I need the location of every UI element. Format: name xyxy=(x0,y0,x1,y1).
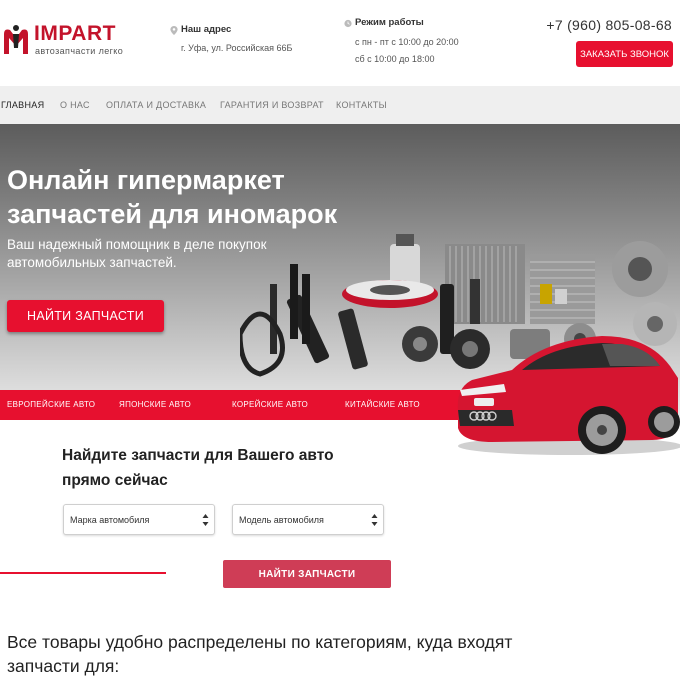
search-title: Найдите запчасти для Вашего авто прямо с… xyxy=(62,447,334,489)
main-nav: ГЛАВНАЯ О НАС ОПЛАТА И ДОСТАВКА ГАРАНТИЯ… xyxy=(0,86,680,124)
logo[interactable]: IMPART автозапчасти легко xyxy=(2,22,132,62)
clock-icon xyxy=(344,19,352,28)
car-model-select-label: Модель автомобиля xyxy=(239,515,324,525)
logo-mark-icon xyxy=(4,25,28,54)
hours-saturday: сб с 10:00 до 18:00 xyxy=(355,54,435,64)
car-brand-select-label: Марка автомобиля xyxy=(70,515,150,525)
category-japanese-cars[interactable]: ЯПОНСКИЕ АВТО xyxy=(119,400,191,409)
hero-subtitle: Ваш надежный помощник в деле покупок авт… xyxy=(7,237,267,270)
categories-intro-text: Все товары удобно распределены по катего… xyxy=(7,632,513,676)
hours-block: Режим работы с пн - пт с 10:00 до 20:00 … xyxy=(344,17,484,68)
hours-title: Режим работы xyxy=(355,17,424,28)
category-european-cars[interactable]: ЕВРОПЕЙСКИЕ АВТО xyxy=(7,400,95,409)
car-brand-select[interactable]: Марка автомобиля xyxy=(63,504,215,535)
address-text: г. Уфа, ул. Российская 66Б xyxy=(181,43,293,53)
address-title: Наш адрес xyxy=(181,24,232,35)
hours-weekdays: с пн - пт с 10:00 до 20:00 xyxy=(355,37,459,47)
order-call-button[interactable]: ЗАКАЗАТЬ ЗВОНОК xyxy=(576,41,673,67)
nav-item-contacts[interactable]: КОНТАКТЫ xyxy=(336,100,387,110)
map-pin-icon xyxy=(170,26,178,35)
select-arrow-icon xyxy=(202,514,209,526)
nav-item-warranty-returns[interactable]: ГАРАНТИЯ И ВОЗВРАТ xyxy=(220,100,324,110)
category-korean-cars[interactable]: КОРЕЙСКИЕ АВТО xyxy=(232,400,308,409)
section-divider xyxy=(0,572,166,574)
nav-item-about[interactable]: О НАС xyxy=(60,100,90,110)
car-model-select[interactable]: Модель автомобиля xyxy=(232,504,384,535)
hours-text: с пн - пт с 10:00 до 20:00 сб с 10:00 до… xyxy=(355,34,484,68)
site-header: IMPART автозапчасти легко Наш адрес г. У… xyxy=(0,0,680,86)
red-car-image xyxy=(457,336,680,455)
hero-find-parts-button[interactable]: НАЙТИ ЗАПЧАСТИ xyxy=(7,300,164,332)
phone-number[interactable]: +7 (960) 805-08-68 xyxy=(546,17,672,33)
logo-subtitle: автозапчасти легко xyxy=(35,46,124,56)
search-find-parts-button[interactable]: НАЙТИ ЗАПЧАСТИ xyxy=(223,560,391,588)
address-block: Наш адрес г. Уфа, ул. Российская 66Б xyxy=(170,24,330,53)
nav-item-payment-delivery[interactable]: ОПЛАТА И ДОСТАВКА xyxy=(106,100,206,110)
select-arrow-icon xyxy=(371,514,378,526)
logo-title: IMPART xyxy=(34,22,116,45)
hero-title: Онлайн гипермаркет запчастей для иномаро… xyxy=(7,165,338,229)
car-category-strip: ЕВРОПЕЙСКИЕ АВТО ЯПОНСКИЕ АВТО КОРЕЙСКИЕ… xyxy=(0,390,470,420)
nav-item-home[interactable]: ГЛАВНАЯ xyxy=(1,100,44,110)
category-chinese-cars[interactable]: КИТАЙСКИЕ АВТО xyxy=(345,400,420,409)
